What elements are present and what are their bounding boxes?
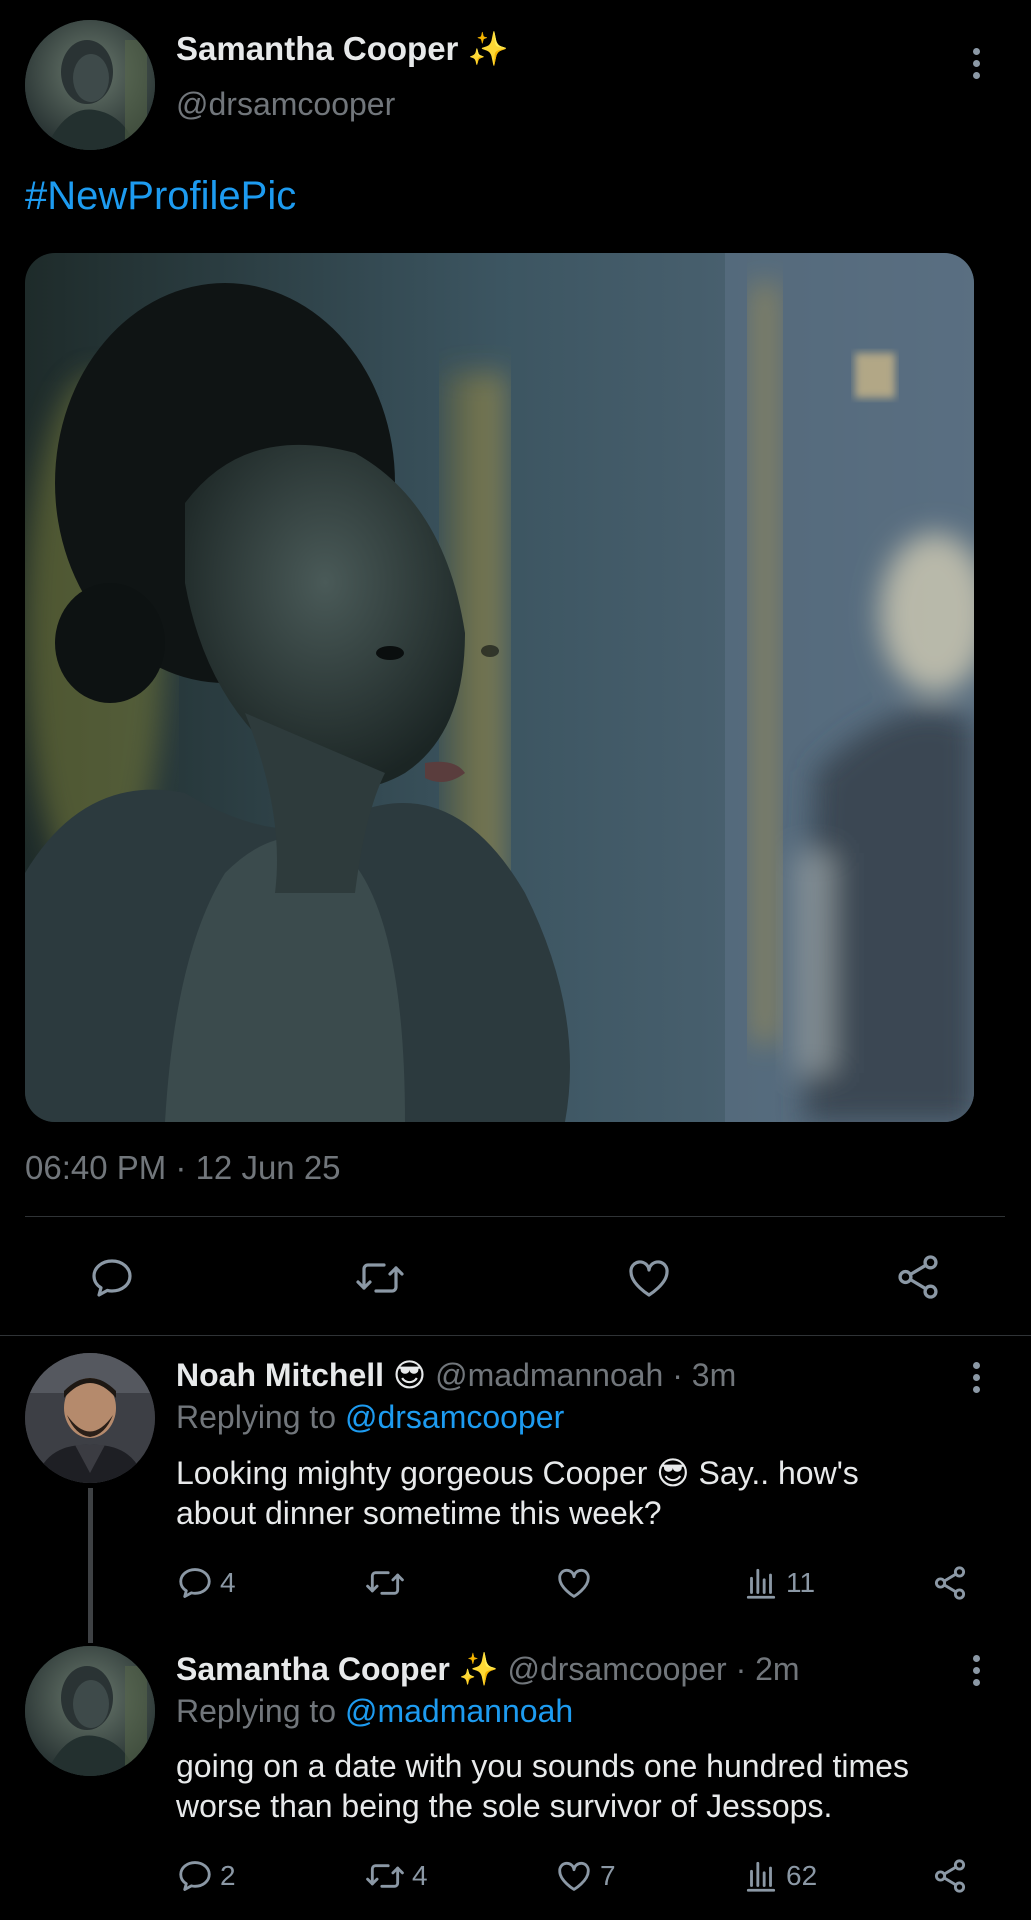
- retweet-icon: [366, 1864, 404, 1888]
- share-icon: [898, 1255, 938, 1299]
- replying-to-label: Replying to: [176, 1399, 345, 1435]
- view-count: 11: [786, 1567, 816, 1598]
- views-icon: [746, 1568, 776, 1599]
- author-handle[interactable]: @drsamcooper: [176, 86, 395, 123]
- author-name-text[interactable]: Samantha Cooper: [176, 30, 458, 67]
- views-button[interactable]: 11: [742, 1564, 815, 1602]
- reply-button[interactable]: 4: [176, 1564, 236, 1602]
- mention-link[interactable]: @drsamcooper: [345, 1399, 564, 1435]
- avatar[interactable]: [25, 1353, 155, 1483]
- share-icon: [934, 1566, 966, 1600]
- reply-text-line: going on a date with you sounds one hund…: [176, 1748, 909, 1784]
- thread-line: [88, 1488, 93, 1643]
- like-icon: [629, 1260, 669, 1297]
- sparkles-emoji: ✨: [458, 1651, 499, 1687]
- tweet-image[interactable]: [25, 253, 974, 1122]
- mention-link[interactable]: @madmannoah: [345, 1693, 573, 1729]
- views-icon: [746, 1861, 776, 1892]
- like-count: 7: [600, 1860, 616, 1891]
- reply-button[interactable]: [88, 1254, 136, 1302]
- reply-text-line: Looking mighty gorgeous Cooper 😎 Say.. h…: [176, 1455, 859, 1491]
- share-button[interactable]: [931, 1857, 969, 1895]
- retweet-count: 4: [412, 1860, 428, 1891]
- reply-icon: [92, 1259, 132, 1297]
- retweet-icon: [366, 1571, 404, 1595]
- author-handle-time[interactable]: @drsamcooper · 2m: [507, 1651, 799, 1687]
- sunglasses-emoji: 😎: [392, 1357, 427, 1393]
- replying-to: Replying to @drsamcooper: [176, 1399, 564, 1436]
- share-button[interactable]: [893, 1252, 943, 1302]
- reply-count: 4: [220, 1567, 236, 1598]
- retweet-icon: [356, 1263, 404, 1293]
- reply-icon: [179, 1861, 211, 1891]
- like-button[interactable]: 7: [554, 1857, 616, 1895]
- author-name[interactable]: Samantha Cooper: [176, 1651, 450, 1687]
- author-name[interactable]: Samantha Cooper ✨: [176, 30, 509, 69]
- reply-text: Looking mighty gorgeous Cooper 😎 Say.. h…: [176, 1453, 859, 1533]
- more-icon[interactable]: [973, 1655, 981, 1691]
- retweet-button[interactable]: [354, 1254, 406, 1302]
- reply-button[interactable]: 2: [176, 1857, 236, 1895]
- reply-icon: [179, 1568, 211, 1598]
- reply-header: Noah Mitchell 😎 @madmannoah · 3m: [176, 1356, 736, 1394]
- replying-to-label: Replying to: [176, 1693, 345, 1729]
- reply-header: Samantha Cooper ✨ @drsamcooper · 2m: [176, 1650, 800, 1688]
- tweet-timestamp[interactable]: 06:40 PM · 12 Jun 25: [25, 1149, 341, 1187]
- views-button[interactable]: 62: [742, 1857, 817, 1895]
- like-button[interactable]: [624, 1254, 674, 1302]
- divider: [25, 1216, 1005, 1217]
- like-button[interactable]: [554, 1564, 600, 1602]
- retweet-button[interactable]: 4: [364, 1857, 428, 1895]
- replying-to: Replying to @madmannoah: [176, 1693, 573, 1730]
- avatar[interactable]: [25, 20, 155, 150]
- reply-text-line: worse than being the sole survivor of Je…: [176, 1788, 833, 1824]
- more-icon[interactable]: [973, 48, 981, 84]
- share-button[interactable]: [931, 1564, 969, 1602]
- hashtag-link[interactable]: #NewProfilePic: [25, 174, 296, 219]
- reply-count: 2: [220, 1860, 236, 1891]
- author-handle-time[interactable]: @madmannoah · 3m: [435, 1357, 736, 1393]
- retweet-button[interactable]: [364, 1564, 412, 1602]
- more-icon[interactable]: [973, 1362, 981, 1398]
- reply-text-line: about dinner sometime this week?: [176, 1495, 662, 1531]
- like-icon: [558, 1568, 590, 1598]
- view-count: 62: [786, 1860, 818, 1891]
- reply-text: going on a date with you sounds one hund…: [176, 1746, 909, 1826]
- author-name[interactable]: Noah Mitchell: [176, 1357, 384, 1393]
- like-icon: [558, 1861, 590, 1891]
- share-icon: [934, 1859, 966, 1893]
- sparkles-emoji: ✨: [467, 30, 509, 67]
- avatar[interactable]: [25, 1646, 155, 1776]
- divider: [0, 1335, 1031, 1336]
